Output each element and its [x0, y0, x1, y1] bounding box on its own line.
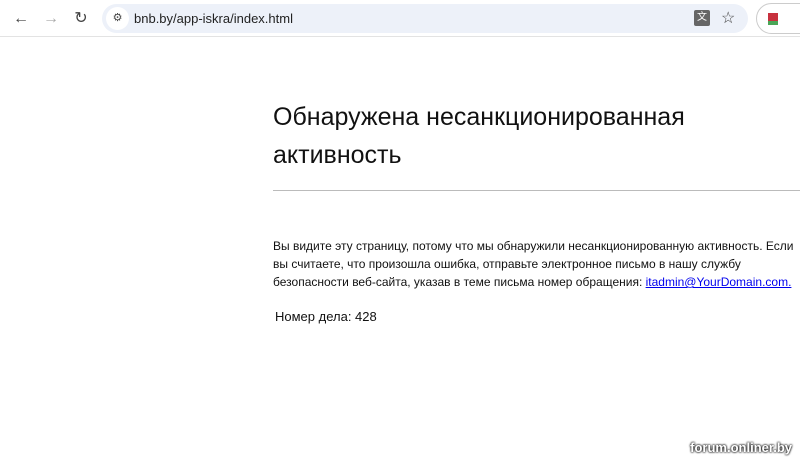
back-button[interactable]: ← — [10, 8, 32, 30]
email-link[interactable]: itadmin@YourDomain.com. — [646, 275, 792, 289]
url-text[interactable]: bnb.by/app-iskra/index.html — [134, 11, 293, 26]
page-title: Обнаружена несанкционированная активност… — [273, 103, 685, 169]
case-number: Номер дела: 428 — [275, 309, 377, 324]
browser-toolbar: ← → ↻ ⚙ bnb.by/app-iskra/index.html 文 ☆ — [0, 0, 800, 37]
forward-button[interactable]: → — [40, 8, 62, 30]
site-info-icon[interactable]: ⚙ — [106, 7, 129, 30]
address-bar[interactable]: ⚙ bnb.by/app-iskra/index.html 文 ☆ — [102, 4, 748, 33]
belarus-flag-icon — [766, 13, 778, 25]
watermark: forum.onliner.by — [690, 440, 792, 455]
reload-button[interactable]: ↻ — [70, 8, 92, 30]
bookmark-star-icon[interactable]: ☆ — [721, 8, 735, 28]
divider — [273, 190, 800, 191]
main-content: Обнаружена несанкционированная активност… — [273, 98, 800, 324]
translate-icon[interactable]: 文 — [694, 10, 710, 26]
profile-button[interactable] — [756, 3, 800, 34]
message-text: Вы видите эту страницу, потому что мы об… — [273, 237, 800, 291]
